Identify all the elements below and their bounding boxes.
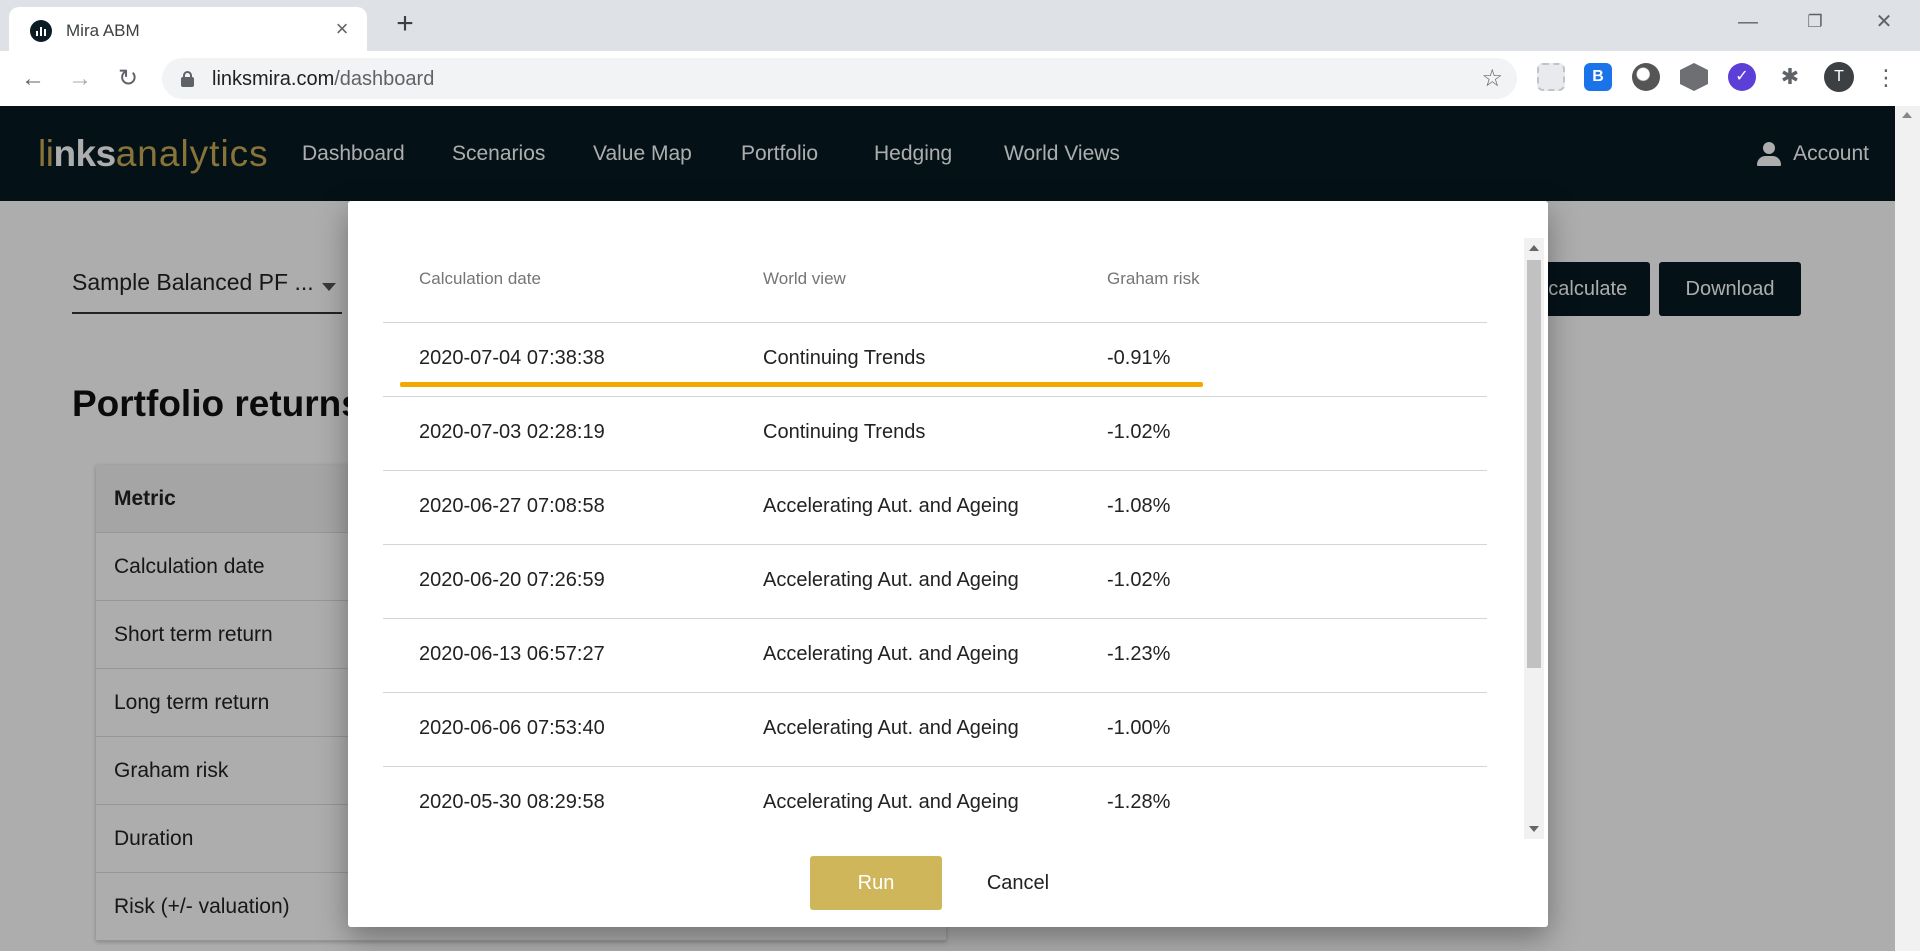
browser-tab[interactable]: Mira ABM × xyxy=(9,7,367,51)
calculation-history-dialog: Calculation date World view Graham risk … xyxy=(348,201,1548,927)
calculation-row[interactable]: 2020-06-20 07:26:59 Accelerating Aut. an… xyxy=(383,545,1487,619)
forward-icon[interactable]: → xyxy=(64,63,96,95)
row-world-view: Continuing Trends xyxy=(763,347,926,369)
check-extension-icon[interactable]: ✓ xyxy=(1728,63,1756,91)
site-favicon-icon xyxy=(30,20,52,42)
round-extension-icon[interactable] xyxy=(1632,63,1660,91)
url-text: linksmira.com/dashboard xyxy=(212,68,435,90)
scroll-down-icon[interactable] xyxy=(1529,826,1539,832)
column-header-graham-risk: Graham risk xyxy=(1107,269,1200,288)
minimize-icon[interactable]: — xyxy=(1728,8,1768,36)
window-close-icon[interactable]: ✕ xyxy=(1864,8,1904,36)
row-graham-risk: -1.02% xyxy=(1107,569,1171,591)
cancel-button[interactable]: Cancel xyxy=(968,856,1068,910)
tab-title: Mira ABM xyxy=(66,21,140,40)
dialog-scrollbar[interactable] xyxy=(1524,238,1544,839)
bookmark-star-icon[interactable]: ☆ xyxy=(1481,64,1503,93)
row-graham-risk: -0.91% xyxy=(1107,347,1171,369)
row-date: 2020-07-04 07:38:38 xyxy=(419,347,605,369)
lock-icon xyxy=(181,71,194,87)
row-world-view: Accelerating Aut. and Ageing xyxy=(763,717,1019,739)
puzzle-icon[interactable]: ✱ xyxy=(1776,63,1804,91)
scrollbar-thumb[interactable] xyxy=(1527,260,1541,668)
calculation-list: Calculation date World view Graham risk … xyxy=(383,238,1487,839)
row-date: 2020-05-30 08:29:58 xyxy=(419,791,605,813)
column-header-date: Calculation date xyxy=(419,269,541,288)
calculation-row[interactable]: 2020-06-13 06:57:27 Accelerating Aut. an… xyxy=(383,619,1487,693)
selection-underline xyxy=(400,382,1203,387)
restore-icon[interactable]: ❐ xyxy=(1795,8,1835,36)
row-graham-risk: -1.02% xyxy=(1107,421,1171,443)
column-header-world-view: World view xyxy=(763,269,846,288)
calculation-row[interactable]: 2020-07-03 02:28:19 Continuing Trends -1… xyxy=(383,397,1487,471)
row-world-view: Accelerating Aut. and Ageing xyxy=(763,643,1019,665)
page-scrollbar[interactable] xyxy=(1895,106,1920,951)
reload-icon[interactable]: ↻ xyxy=(112,63,144,95)
run-button[interactable]: Run xyxy=(810,856,942,910)
calculation-row[interactable]: 2020-05-30 08:29:58 Accelerating Aut. an… xyxy=(383,767,1487,839)
tab-close-icon[interactable]: × xyxy=(329,16,355,42)
puzzle-placeholder-icon[interactable] xyxy=(1537,63,1565,91)
browser-menu-icon[interactable]: ⋮ xyxy=(1875,63,1897,93)
row-graham-risk: -1.23% xyxy=(1107,643,1171,665)
row-world-view: Continuing Trends xyxy=(763,421,926,443)
row-date: 2020-06-20 07:26:59 xyxy=(419,569,605,591)
calculation-row-selected[interactable]: 2020-07-04 07:38:38 Continuing Trends -0… xyxy=(383,323,1487,397)
back-icon[interactable]: ← xyxy=(17,63,49,95)
calculation-row[interactable]: 2020-06-27 07:08:58 Accelerating Aut. an… xyxy=(383,471,1487,545)
scroll-up-icon[interactable] xyxy=(1902,112,1912,118)
list-header: Calculation date World view Graham risk xyxy=(383,238,1487,323)
calculation-row[interactable]: 2020-06-06 07:53:40 Accelerating Aut. an… xyxy=(383,693,1487,767)
profile-avatar[interactable]: T xyxy=(1824,62,1854,92)
new-tab-icon[interactable]: + xyxy=(390,9,420,39)
scroll-up-icon[interactable] xyxy=(1529,245,1539,251)
row-world-view: Accelerating Aut. and Ageing xyxy=(763,495,1019,517)
row-date: 2020-06-27 07:08:58 xyxy=(419,495,605,517)
browser-toolbar: ← → ↻ linksmira.com/dashboard ☆ B ✓ ✱ T … xyxy=(0,51,1920,106)
address-bar[interactable]: linksmira.com/dashboard ☆ xyxy=(162,58,1517,99)
bi-extension-icon[interactable]: B xyxy=(1584,63,1612,91)
browser-tabstrip: Mira ABM × + — ❐ ✕ xyxy=(0,0,1920,51)
row-world-view: Accelerating Aut. and Ageing xyxy=(763,791,1019,813)
row-graham-risk: -1.28% xyxy=(1107,791,1171,813)
row-date: 2020-06-13 06:57:27 xyxy=(419,643,605,665)
row-date: 2020-06-06 07:53:40 xyxy=(419,717,605,739)
row-world-view: Accelerating Aut. and Ageing xyxy=(763,569,1019,591)
row-graham-risk: -1.08% xyxy=(1107,495,1171,517)
row-date: 2020-07-03 02:28:19 xyxy=(419,421,605,443)
row-graham-risk: -1.00% xyxy=(1107,717,1171,739)
cube-extension-icon[interactable] xyxy=(1680,63,1708,91)
page: linksanalytics Dashboard Scenarios Value… xyxy=(0,106,1920,951)
